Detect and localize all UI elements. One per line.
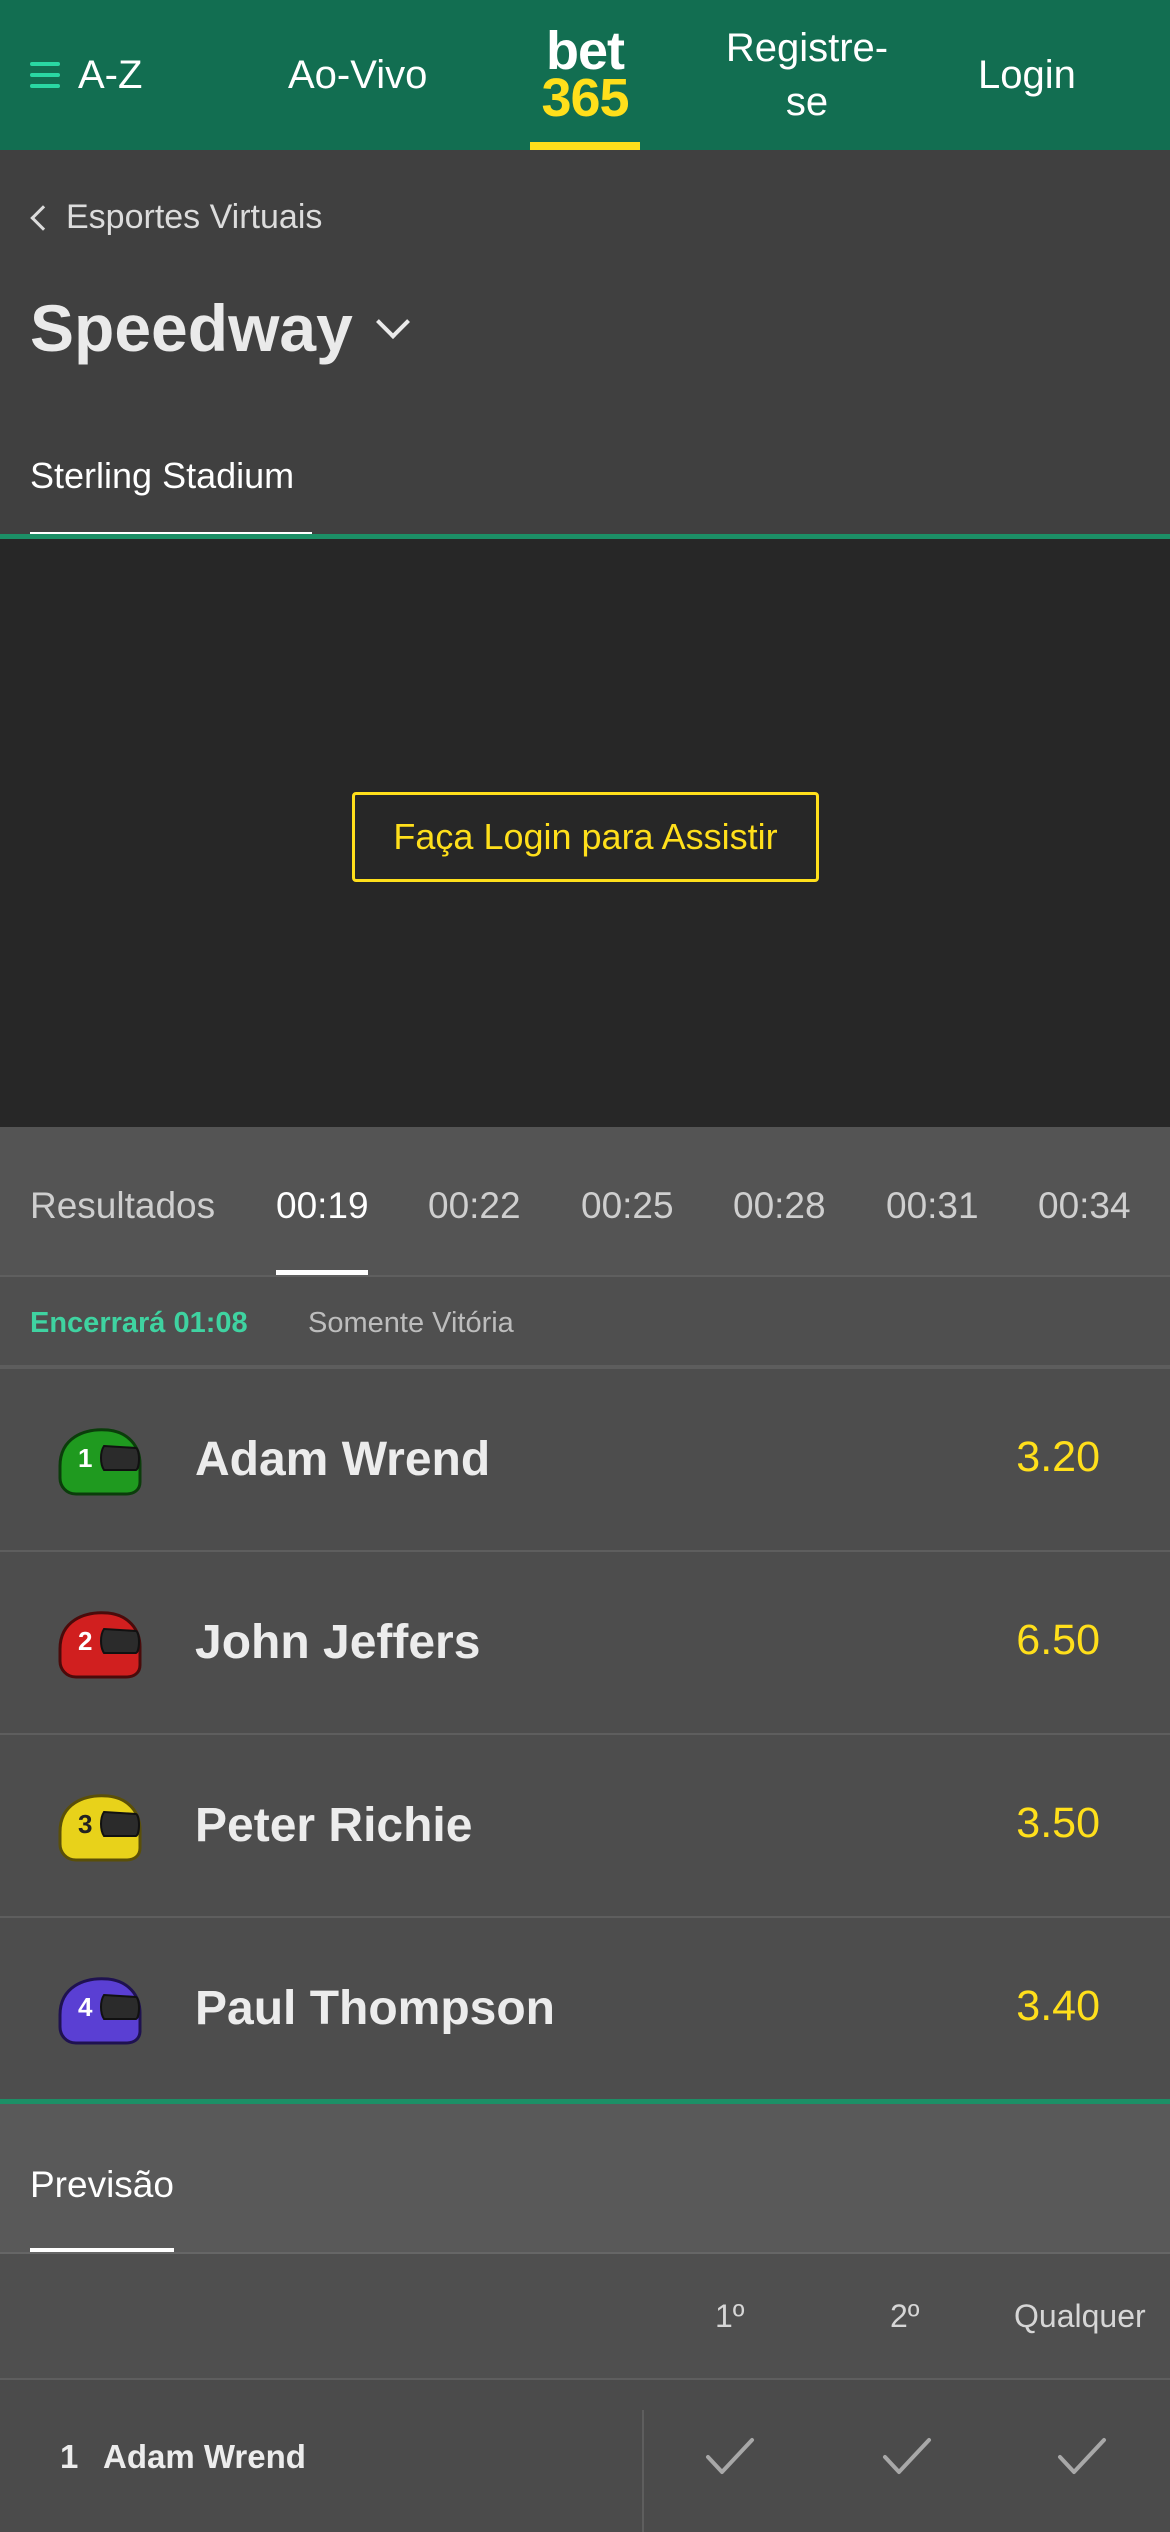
- runner-number: 1: [78, 1443, 92, 1473]
- register-label: Registre- se: [725, 26, 889, 124]
- tab-venue[interactable]: Sterling Stadium: [30, 455, 294, 497]
- column-divider: [642, 2410, 644, 2532]
- red-helmet-icon: 2: [58, 1611, 142, 1679]
- runner-row: 1 Adam Wrend 3.20: [0, 1369, 1170, 1552]
- runner-number: 3: [78, 1809, 92, 1839]
- odds-button[interactable]: 3.20: [1016, 1433, 1100, 1482]
- odds-button[interactable]: 3.50: [1016, 1799, 1100, 1848]
- login-button[interactable]: Login: [978, 0, 1076, 150]
- forecast-column-headers: 1º 2º Qualquer: [0, 2254, 1170, 2379]
- checkmark-icon[interactable]: [1056, 2430, 1108, 2482]
- green-helmet-icon: 1: [58, 1428, 142, 1496]
- runner-number: 4: [78, 1992, 93, 2022]
- runner-name: Adam Wrend: [195, 1433, 491, 1486]
- chevron-left-icon: [30, 204, 56, 231]
- column-header-second: 2º: [890, 2298, 920, 2334]
- login-to-watch-button[interactable]: Faça Login para Assistir: [352, 792, 819, 882]
- logo-underline: [530, 142, 640, 150]
- tab-race-time[interactable]: 00:19: [276, 1185, 369, 1227]
- column-header-first: 1º: [715, 2298, 745, 2334]
- live-link[interactable]: Ao-Vivo: [288, 0, 427, 150]
- purple-helmet-icon: 4: [58, 1977, 142, 2045]
- tab-forecast[interactable]: Previsão: [30, 2164, 174, 2206]
- runner-row: 3 Peter Richie 3.50: [0, 1735, 1170, 1918]
- market-type: Somente Vitória: [308, 1307, 514, 1339]
- tab-results[interactable]: Resultados: [30, 1185, 215, 1227]
- az-menu-button[interactable]: A-Z: [30, 0, 142, 150]
- tab-race-time[interactable]: 00:28: [733, 1185, 826, 1227]
- sport-selector[interactable]: Speedway: [30, 290, 410, 366]
- runner-name: Adam Wrend: [103, 2438, 306, 2475]
- yellow-helmet-icon: 3: [58, 1794, 142, 1862]
- runner-name: Peter Richie: [195, 1799, 473, 1852]
- market-info: Encerrará 01:08 Somente Vitória: [0, 1277, 1170, 1367]
- tab-race-time[interactable]: 00:22: [428, 1185, 521, 1227]
- tab-race-time[interactable]: 00:31: [886, 1185, 979, 1227]
- runner-number: 2: [78, 1626, 92, 1656]
- page-title: Speedway: [30, 291, 353, 365]
- runner-number: 1: [60, 2438, 79, 2475]
- runner-row: 2 John Jeffers 6.50: [0, 1552, 1170, 1735]
- column-header-any: Qualquer: [1014, 2298, 1146, 2334]
- bet365-logo[interactable]: bet 365: [530, 0, 640, 150]
- back-link[interactable]: Esportes Virtuais: [30, 198, 322, 237]
- odds-button[interactable]: 3.40: [1016, 1982, 1100, 2031]
- forecast-row: 1 Adam Wrend: [0, 2380, 1170, 2532]
- video-player: Faça Login para Assistir: [0, 539, 1170, 1127]
- register-button[interactable]: Registre- se: [700, 0, 914, 150]
- checkmark-icon[interactable]: [704, 2430, 756, 2482]
- runner-name: Paul Thompson: [195, 1982, 555, 2035]
- az-menu-label: A-Z: [78, 52, 143, 97]
- logo-text-bottom: 365: [541, 68, 629, 128]
- race-tabs: Resultados 00:19 00:22 00:25 00:28 00:31…: [0, 1127, 1170, 1276]
- runner-name: John Jeffers: [195, 1616, 481, 1669]
- odds-button[interactable]: 6.50: [1016, 1616, 1100, 1665]
- top-navigation-bar: A-Z Ao-Vivo bet 365 Registre- se Login: [0, 0, 1170, 150]
- back-label: Esportes Virtuais: [66, 198, 323, 236]
- closing-time: Encerrará 01:08: [30, 1307, 248, 1339]
- chevron-down-icon: [375, 305, 410, 339]
- page-header: Esportes Virtuais Speedway Sterling Stad…: [0, 150, 1170, 538]
- checkmark-icon[interactable]: [881, 2430, 933, 2482]
- hamburger-icon: [30, 62, 60, 88]
- tab-race-time[interactable]: 00:34: [1038, 1185, 1131, 1227]
- runner-row: 4 Paul Thompson 3.40: [0, 1918, 1170, 2101]
- forecast-header: Previsão: [0, 2104, 1170, 2254]
- tab-race-time[interactable]: 00:25: [581, 1185, 674, 1227]
